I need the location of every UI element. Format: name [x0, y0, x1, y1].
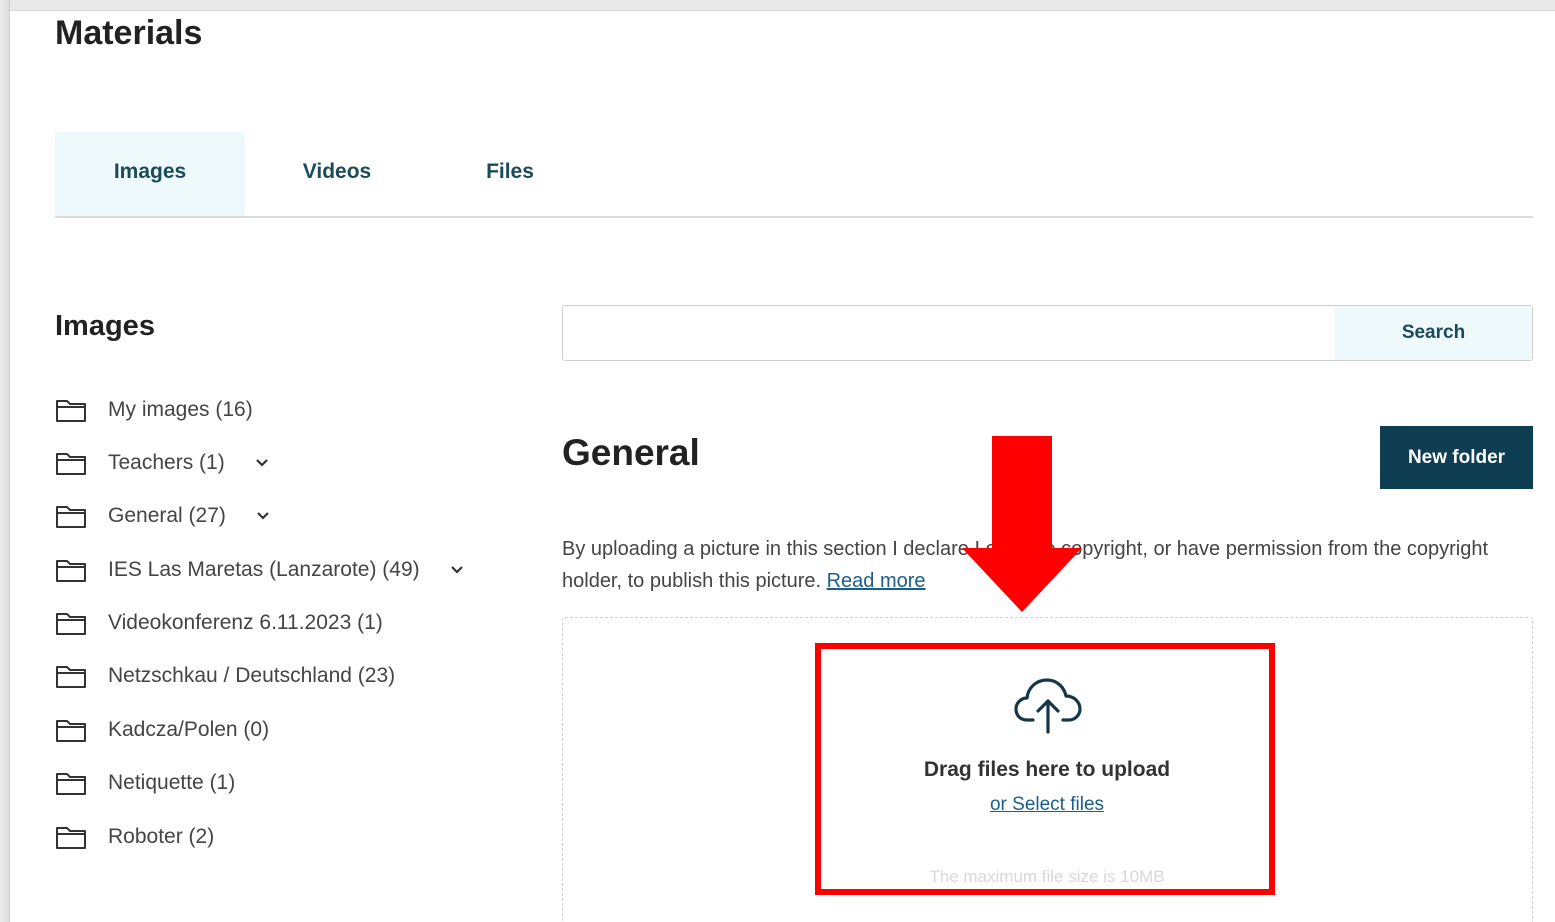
folder-label: IES Las Maretas (Lanzarote) (49): [108, 558, 420, 581]
drag-files-text: Drag files here to upload: [923, 758, 1171, 781]
folder-icon: [56, 506, 86, 528]
chevron-down-icon[interactable]: [253, 456, 271, 470]
window-left-edge: [0, 0, 10, 922]
new-folder-button[interactable]: New folder: [1380, 426, 1533, 489]
window-top-edge: [0, 0, 1555, 11]
folder-icon: [56, 720, 86, 742]
sidebar-title: Images: [55, 310, 155, 342]
folder-icon: [56, 400, 86, 422]
tab-images[interactable]: Images: [55, 132, 245, 216]
search-input[interactable]: [563, 306, 1335, 360]
folder-label: Videokonferenz 6.11.2023 (1): [108, 611, 383, 634]
select-files-link[interactable]: or Select files: [812, 794, 1282, 816]
folder-item-videokonferenz[interactable]: Videokonferenz 6.11.2023 (1): [55, 603, 383, 643]
folder-item-general[interactable]: General (27): [55, 496, 272, 536]
page-title: Materials: [55, 14, 203, 52]
folder-item-roboter[interactable]: Roboter (2): [55, 817, 214, 857]
folder-label: Kadcza/Polen (0): [108, 718, 270, 741]
folder-item-ies-las-maretas[interactable]: IES Las Maretas (Lanzarote) (49): [55, 550, 466, 590]
chevron-down-icon[interactable]: [448, 563, 466, 577]
disclaimer-text: By uploading a picture in this section I…: [562, 538, 1489, 592]
folder-item-netiquette[interactable]: Netiquette (1): [55, 763, 235, 803]
copyright-disclaimer: By uploading a picture in this section I…: [562, 533, 1522, 597]
search-button[interactable]: Search: [1335, 306, 1532, 360]
folder-item-netzschkau[interactable]: Netzschkau / Deutschland (23): [55, 656, 395, 696]
folder-icon: [56, 827, 86, 849]
folder-icon: [56, 560, 86, 582]
max-file-size-note: The maximum file size is 10MB: [929, 867, 1165, 886]
folder-icon: [56, 666, 86, 688]
folder-label: Netzschkau / Deutschland (23): [108, 664, 396, 687]
folder-icon: [56, 453, 86, 475]
section-title: General: [562, 432, 700, 473]
folder-item-kadcza[interactable]: Kadcza/Polen (0): [55, 710, 269, 750]
folder-label: Netiquette (1): [108, 771, 236, 794]
folder-icon: [56, 773, 86, 795]
tab-files[interactable]: Files: [429, 132, 591, 216]
tab-videos[interactable]: Videos: [245, 132, 429, 216]
cloud-upload-icon: [1014, 678, 1082, 734]
folder-item-my-images[interactable]: My images (16): [55, 390, 253, 430]
folder-label: My images (16): [108, 398, 253, 421]
folder-item-teachers[interactable]: Teachers (1): [55, 443, 271, 483]
folder-icon: [56, 613, 86, 635]
folder-label: Teachers (1): [108, 451, 225, 474]
materials-tabs: Images Videos Files: [55, 132, 1533, 218]
chevron-down-icon[interactable]: [254, 509, 272, 523]
search-bar: Search: [562, 305, 1533, 361]
folder-label: General (27): [108, 504, 226, 527]
read-more-link[interactable]: Read more: [827, 570, 926, 592]
folder-label: Roboter (2): [108, 825, 215, 848]
